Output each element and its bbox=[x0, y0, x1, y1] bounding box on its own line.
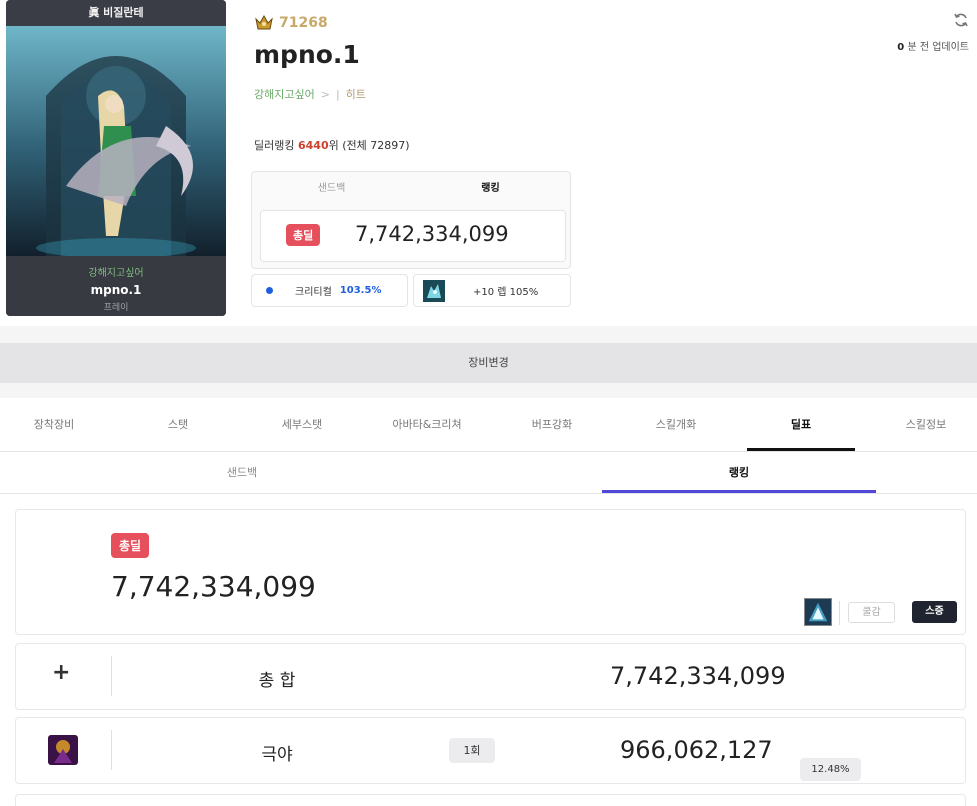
damage-summary-box: 샌드백 랭킹 총딜 7,742,334,099 bbox=[251, 171, 571, 269]
summary-tab-ranking[interactable]: 랭킹 bbox=[411, 172, 570, 205]
critical-label: 크리티컬 bbox=[295, 287, 332, 298]
skill-wolf-icon bbox=[423, 279, 445, 302]
critical-dot-icon bbox=[266, 287, 273, 294]
tab-damage-table[interactable]: 딜표 bbox=[747, 398, 855, 451]
fame-display: 71268 bbox=[254, 14, 328, 32]
row-damage-value: 966,062,127 bbox=[620, 736, 773, 764]
tab-skill-info[interactable]: 스킬정보 bbox=[872, 398, 977, 451]
update-label: 분 전 업데이트 bbox=[907, 42, 969, 53]
damage-share-badge: 12.48% bbox=[800, 758, 861, 781]
adventure-name[interactable]: 히트 bbox=[346, 86, 366, 102]
row-name: 총 합 bbox=[258, 671, 296, 691]
rank-suffix: 위 bbox=[328, 139, 339, 152]
critical-value: 103.5% bbox=[339, 285, 382, 296]
guild-link[interactable]: 강해지고싶어 bbox=[254, 86, 315, 102]
damage-summary-tabs: 샌드백 랭킹 bbox=[252, 172, 570, 205]
total-damage-badge: 총딜 bbox=[286, 224, 321, 246]
profile-section: 眞 비질란테 강해지고싶어 mpno.1 프레이 71268 mpno.1 강해… bbox=[0, 0, 977, 326]
avatar-guild-name: 강해지고싶어 bbox=[88, 268, 144, 279]
awakening-banner: 眞 비질란테 bbox=[6, 0, 226, 26]
skill-level-label: +10 렙 105% bbox=[473, 287, 539, 298]
tab-skill-bloom[interactable]: 스킬개화 bbox=[622, 398, 730, 451]
rank-value: 6440 bbox=[297, 139, 329, 152]
chevron-right-icon: > bbox=[320, 87, 330, 101]
row-damage-value: 7,742,334,099 bbox=[610, 662, 786, 690]
fame-crown-icon bbox=[255, 14, 273, 30]
summary-total-value: 7,742,334,099 bbox=[355, 222, 509, 246]
character-name: mpno.1 bbox=[254, 40, 360, 69]
summary-total-damage: 총딜 7,742,334,099 bbox=[260, 210, 566, 262]
update-status: 0 분 전 업데이트 bbox=[897, 12, 969, 53]
character-avatar-card[interactable]: 眞 비질란테 강해지고싶어 mpno.1 프레이 bbox=[6, 0, 226, 316]
damage-row-total[interactable]: + 총 합 7,742,334,099 bbox=[15, 643, 966, 710]
sub-tabs: 샌드백 랭킹 bbox=[0, 452, 977, 494]
tab-buff-enhance[interactable]: 버프강화 bbox=[498, 398, 606, 451]
critical-card: 크리티컬 103.5% bbox=[251, 274, 408, 307]
damage-row-partial bbox=[15, 794, 966, 806]
total-damage-card: 총딜 7,742,334,099 쿨감 스증 bbox=[15, 509, 966, 635]
damage-row-skill[interactable]: 극야 1회 966,062,127 12.48% bbox=[15, 717, 966, 784]
rank-label: 딜러랭킹 bbox=[254, 139, 295, 152]
avatar-character-name: mpno.1 bbox=[90, 283, 142, 297]
avatar-server-name: 프레이 bbox=[103, 303, 129, 313]
subtab-ranking[interactable]: 랭킹 bbox=[602, 452, 876, 493]
tab-detail-stats[interactable]: 세부스탯 bbox=[248, 398, 356, 451]
avatar-footer: 강해지고싶어 mpno.1 프레이 bbox=[6, 256, 226, 316]
main-tabs: 장착장비 스탯 세부스탯 아바타&크리쳐 버프강화 스킬개화 딜표 스킬정보 bbox=[0, 398, 977, 452]
skill-icon bbox=[48, 735, 78, 765]
character-avatar-image bbox=[6, 26, 226, 256]
dealer-ranking: 딜러랭킹 6440위 (전체 72897) bbox=[254, 137, 410, 153]
divider bbox=[111, 656, 112, 696]
divider bbox=[111, 730, 112, 770]
fame-value: 71268 bbox=[279, 15, 328, 31]
stack-toggle-button[interactable]: 스증 bbox=[912, 601, 957, 623]
tab-avatar-creature[interactable]: 아바타&크리쳐 bbox=[373, 398, 481, 451]
rank-total: (전체 72897) bbox=[342, 139, 410, 152]
update-text: 0 분 전 업데이트 bbox=[897, 38, 969, 53]
update-minutes: 0 bbox=[897, 42, 905, 53]
divider: | bbox=[335, 87, 340, 101]
skill-level-card: +10 렙 105% bbox=[413, 274, 571, 307]
summary-tab-sandbag[interactable]: 샌드백 bbox=[252, 172, 411, 205]
expand-plus-icon[interactable]: + bbox=[52, 660, 70, 685]
total-damage-value: 7,742,334,099 bbox=[111, 570, 316, 603]
total-damage-badge: 총딜 bbox=[111, 533, 150, 558]
cooldown-toggle-button[interactable]: 쿨감 bbox=[848, 602, 895, 623]
refresh-icon[interactable] bbox=[953, 12, 969, 28]
equipment-change-bar[interactable]: 장비변경 bbox=[0, 343, 977, 383]
cast-count-badge: 1회 bbox=[449, 738, 495, 763]
subtab-sandbag[interactable]: 샌드백 bbox=[105, 452, 379, 493]
row-name: 극야 bbox=[261, 745, 293, 765]
guild-line: 강해지고싶어 > | 히트 bbox=[254, 86, 366, 102]
equipment-change-label: 장비변경 bbox=[468, 356, 509, 369]
divider bbox=[839, 601, 840, 625]
skill-effect-icon[interactable] bbox=[804, 598, 832, 626]
tab-stats[interactable]: 스탯 bbox=[124, 398, 232, 451]
tab-equipment[interactable]: 장착장비 bbox=[0, 398, 108, 451]
